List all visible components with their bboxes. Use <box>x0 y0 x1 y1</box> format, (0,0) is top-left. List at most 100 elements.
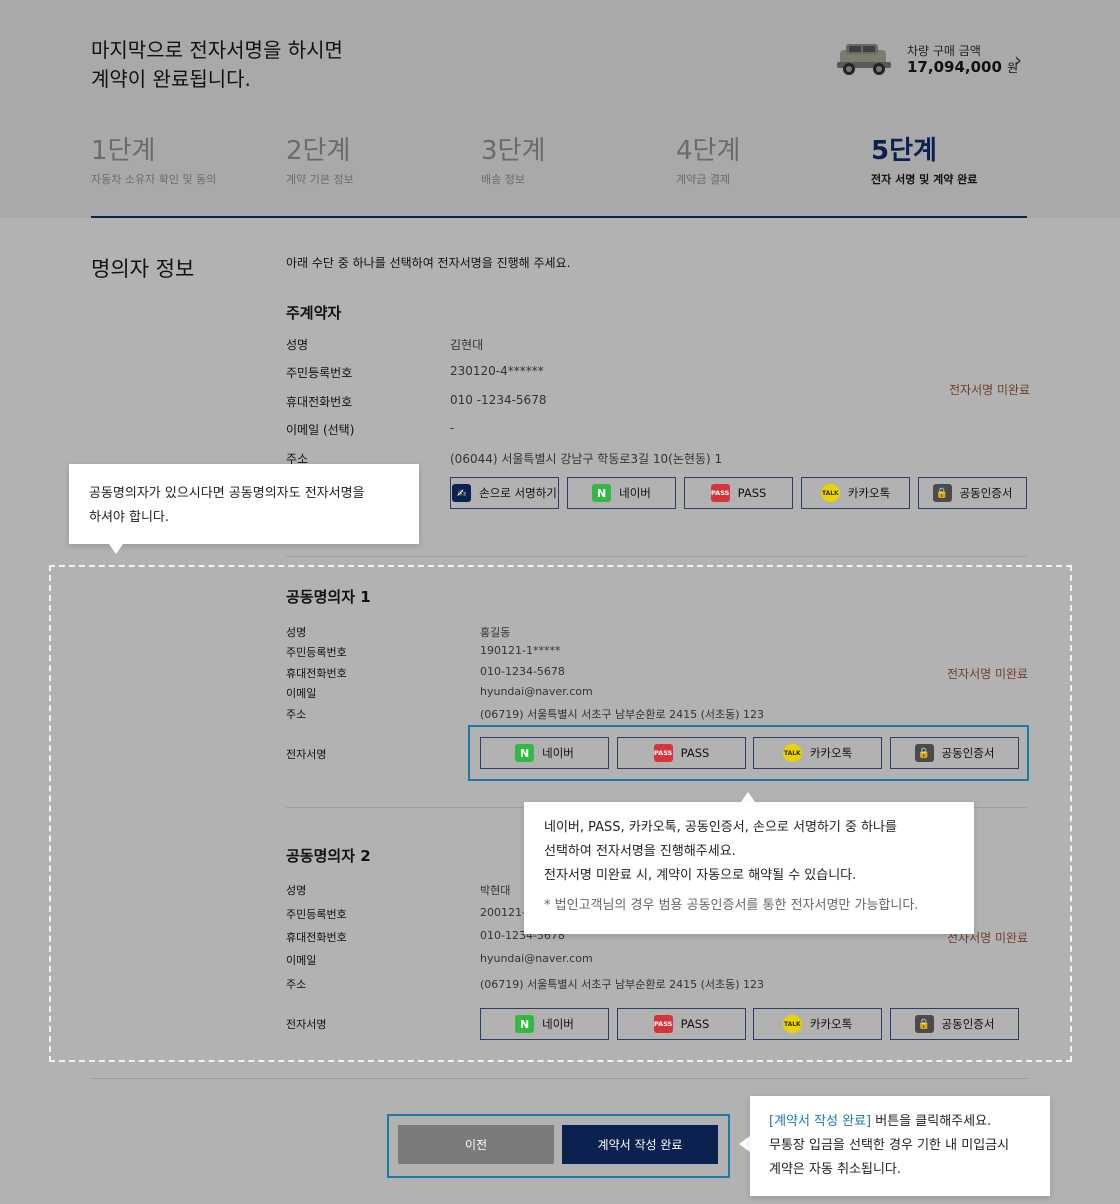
certificate-sign-button[interactable]: 🔒 공동인증서 <box>890 737 1019 769</box>
email-label: 이메일 (선택) <box>286 421 354 438</box>
email-optional: (선택) <box>322 423 355 437</box>
bottom-divider <box>91 1078 1027 1079</box>
email-value: hyundai@naver.com <box>480 952 593 965</box>
name-value: 홍길동 <box>480 626 511 639</box>
naver-icon: N <box>515 744 535 762</box>
step-1: 1단계 자동차 소유자 확인 및 동의 <box>91 130 281 187</box>
chevron-right-icon[interactable]: › <box>1014 48 1022 72</box>
step-number: 3단계 <box>481 136 546 166</box>
rrn-label: 주민등록번호 <box>286 646 347 659</box>
vehicle-price-summary[interactable]: 차량 구매 금액 17,094,000 원 › <box>834 40 1034 84</box>
main-signer-title: 주계약자 <box>286 304 342 322</box>
signature-status: 전자서명 미완료 <box>949 383 1031 397</box>
tooltip-line: 네이버, PASS, 카카오톡, 공동인증서, 손으로 서명하기 중 하나를 <box>544 820 897 835</box>
button-label: 카카오톡 <box>847 486 891 500</box>
button-label: PASS <box>737 486 767 500</box>
completion-tooltip: [계약서 작성 완료] 버튼을 클릭해주세요. 무통장 입금을 선택한 경우 기… <box>750 1096 1050 1196</box>
previous-button[interactable]: 이전 <box>398 1125 554 1164</box>
lock-icon: 🔒 <box>914 1015 934 1033</box>
step-2: 2단계 계약 기본 정보 <box>286 130 476 187</box>
tooltip-line: 계약은 자동 취소됩니다. <box>769 1162 901 1177</box>
signature-label: 전자서명 <box>286 748 327 761</box>
pass-sign-button[interactable]: PASS PASS <box>684 477 793 509</box>
sign-by-hand-button[interactable]: ✍ 손으로 서명하기 <box>450 477 559 509</box>
step-number: 1단계 <box>91 136 156 166</box>
naver-icon: N <box>592 484 612 502</box>
button-label: 공동인증서 <box>941 746 995 760</box>
step-5-active: 5단계 전자 서명 및 계약 완료 <box>871 130 1061 187</box>
lock-icon: 🔒 <box>914 744 934 762</box>
tooltip-text: 버튼을 클릭해주세요. <box>871 1114 992 1129</box>
pass-sign-button[interactable]: PASS PASS <box>617 737 746 769</box>
sign-methods-tooltip: 네이버, PASS, 카카오톡, 공동인증서, 손으로 서명하기 중 하나를 선… <box>524 802 974 934</box>
name-value: 김현대 <box>450 338 484 352</box>
naver-sign-button[interactable]: N 네이버 <box>567 477 676 509</box>
step-number: 5단계 <box>871 136 937 166</box>
name-label: 성명 <box>286 626 307 639</box>
kakao-sign-button[interactable]: TALK 카카오톡 <box>753 737 882 769</box>
divider <box>286 556 1027 557</box>
button-label: 네이버 <box>542 1017 574 1031</box>
kakao-sign-button[interactable]: TALK 카카오톡 <box>753 1008 882 1040</box>
price-label: 차량 구매 금액 <box>907 44 981 58</box>
button-label: 카카오톡 <box>809 746 853 760</box>
address-value: (06719) 서울특별시 서초구 남부순환로 2415 (서초동) 123 <box>480 978 765 991</box>
button-label: PASS <box>680 1017 710 1031</box>
tooltip-link: [계약서 작성 완료] <box>769 1114 872 1129</box>
step-number: 2단계 <box>286 136 351 166</box>
complete-contract-button[interactable]: 계약서 작성 완료 <box>562 1125 718 1164</box>
kakao-sign-button[interactable]: TALK 카카오톡 <box>801 477 910 509</box>
tooltip-line: 전자서명 미완료 시, 계약이 자동으로 해약될 수 있습니다. <box>544 868 857 883</box>
pass-sign-button[interactable]: PASS PASS <box>617 1008 746 1040</box>
email-label: 이메일 <box>286 954 317 967</box>
email-label-text: 이메일 <box>286 423 320 437</box>
email-value: hyundai@naver.com <box>480 685 593 698</box>
phone-label: 휴대전화번호 <box>286 667 347 680</box>
section-title: 명의자 정보 <box>91 257 195 281</box>
co-signer-1-title: 공동명의자 1 <box>286 588 371 606</box>
phone-value: 010 -1234-5678 <box>450 393 547 407</box>
button-label: 손으로 서명하기 <box>479 486 557 500</box>
intro-text: 아래 수단 중 하나를 선택하여 전자서명을 진행해 주세요. <box>286 256 571 270</box>
address-value: (06719) 서울특별시 서초구 남부순환로 2415 (서초동) 123 <box>480 708 765 721</box>
tooltip-line: 공동명의자가 있으시다면 공동명의자도 전자서명을 <box>89 486 365 501</box>
rrn-value: 190121-1***** <box>480 644 561 657</box>
button-label: 네이버 <box>619 486 651 500</box>
kakaotalk-icon: TALK <box>782 1015 802 1033</box>
pen-icon: ✍ <box>452 484 472 502</box>
step-label: 전자 서명 및 계약 완료 <box>871 173 978 186</box>
button-label: 네이버 <box>542 746 574 760</box>
headline-line-2: 계약이 완료됩니다. <box>91 67 251 91</box>
certificate-sign-button[interactable]: 🔒 공동인증서 <box>890 1008 1019 1040</box>
button-label: PASS <box>680 746 710 760</box>
tooltip-line: 무통장 입금을 선택한 경우 기한 내 미입금시 <box>769 1138 1010 1153</box>
certificate-sign-button[interactable]: 🔒 공동인증서 <box>918 477 1027 509</box>
tooltip-line: [계약서 작성 완료] 버튼을 클릭해주세요. <box>769 1110 1031 1134</box>
rrn-label: 주민등록번호 <box>286 908 347 921</box>
name-value: 박현대 <box>480 884 511 897</box>
pass-icon: PASS <box>653 744 673 762</box>
rrn-value: 230120-4****** <box>450 364 544 378</box>
co-signer-2-title: 공동명의자 2 <box>286 847 371 865</box>
price-value: 17,094,000 원 <box>907 58 1018 76</box>
tooltip-line: 선택하여 전자서명을 진행해주세요. <box>544 844 736 859</box>
step-label: 계약 기본 정보 <box>286 173 354 186</box>
rrn-label: 주민등록번호 <box>286 366 353 380</box>
co-signer-tooltip: 공동명의자가 있으시다면 공동명의자도 전자서명을 하셔야 합니다. <box>69 464 419 544</box>
address-value: (06044) 서울특별시 강남구 학동로3길 10(논현동) 1 <box>450 452 723 466</box>
naver-sign-button[interactable]: N 네이버 <box>480 1008 609 1040</box>
step-3: 3단계 배송 정보 <box>481 130 671 187</box>
button-label: 카카오톡 <box>809 1017 853 1031</box>
signature-status: 전자서명 미완료 <box>947 667 1029 681</box>
step-number: 4단계 <box>676 136 741 166</box>
kakaotalk-icon: TALK <box>782 744 802 762</box>
button-label: 공동인증서 <box>941 1017 995 1031</box>
address-label: 주소 <box>286 708 307 721</box>
headline-line-1: 마지막으로 전자서명을 하시면 <box>91 38 343 62</box>
step-label: 계약금 결제 <box>676 173 731 186</box>
naver-sign-button[interactable]: N 네이버 <box>480 737 609 769</box>
signature-label: 전자서명 <box>286 1018 327 1031</box>
lock-icon: 🔒 <box>932 484 952 502</box>
car-image <box>837 44 891 75</box>
name-label: 성명 <box>286 338 309 352</box>
